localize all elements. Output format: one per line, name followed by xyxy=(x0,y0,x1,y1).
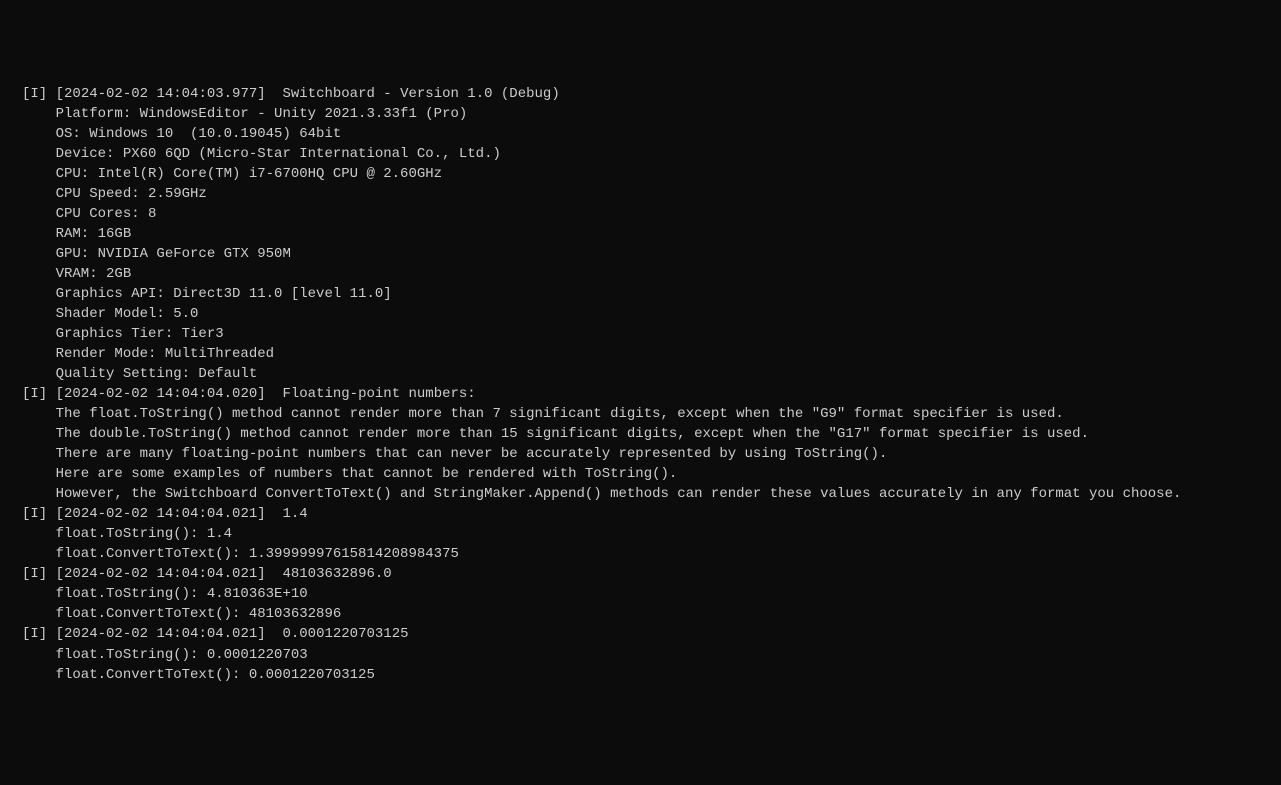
log-timestamp: [2024-02-02 14:04:03.977] xyxy=(56,86,266,102)
log-message: Floating-point numbers: xyxy=(266,386,476,402)
log-continuation-line: The double.ToString() method cannot rend… xyxy=(22,424,1281,444)
log-continuation-line: float.ToString(): 0.0001220703 xyxy=(22,645,1281,665)
log-continuation-line: float.ToString(): 1.4 xyxy=(22,524,1281,544)
log-message: Switchboard - Version 1.0 (Debug) xyxy=(266,86,560,102)
log-continuation-line: Here are some examples of numbers that c… xyxy=(22,464,1281,484)
log-timestamp: [2024-02-02 14:04:04.020] xyxy=(56,386,266,402)
log-entry-header: [I] [2024-02-02 14:04:03.977] Switchboar… xyxy=(22,84,1281,104)
log-continuation-line: float.ToString(): 4.810363E+10 xyxy=(22,584,1281,604)
log-level-tag: [I] xyxy=(22,626,47,642)
log-continuation-line: Platform: WindowsEditor - Unity 2021.3.3… xyxy=(22,104,1281,124)
log-message: 48103632896.0 xyxy=(266,566,392,582)
log-continuation-line: CPU: Intel(R) Core(TM) i7-6700HQ CPU @ 2… xyxy=(22,164,1281,184)
log-timestamp: [2024-02-02 14:04:04.021] xyxy=(56,566,266,582)
log-continuation-line: Render Mode: MultiThreaded xyxy=(22,344,1281,364)
log-timestamp: [2024-02-02 14:04:04.021] xyxy=(56,506,266,522)
log-continuation-line: float.ConvertToText(): 1.399999976158142… xyxy=(22,544,1281,564)
log-level-tag: [I] xyxy=(22,386,47,402)
log-entry-header: [I] [2024-02-02 14:04:04.021] 1.4 xyxy=(22,504,1281,524)
log-continuation-line: GPU: NVIDIA GeForce GTX 950M xyxy=(22,244,1281,264)
log-entry-header: [I] [2024-02-02 14:04:04.020] Floating-p… xyxy=(22,384,1281,404)
log-entry-header: [I] [2024-02-02 14:04:04.021] 0.00012207… xyxy=(22,624,1281,644)
log-continuation-line: Shader Model: 5.0 xyxy=(22,304,1281,324)
log-continuation-line: Quality Setting: Default xyxy=(22,364,1281,384)
log-entry-header: [I] [2024-02-02 14:04:04.021] 4810363289… xyxy=(22,564,1281,584)
log-continuation-line: VRAM: 2GB xyxy=(22,264,1281,284)
log-continuation-line: Graphics API: Direct3D 11.0 [level 11.0] xyxy=(22,284,1281,304)
log-message: 1.4 xyxy=(266,506,308,522)
log-continuation-line: The float.ToString() method cannot rende… xyxy=(22,404,1281,424)
log-level-tag: [I] xyxy=(22,566,47,582)
log-level-tag: [I] xyxy=(22,506,47,522)
log-continuation-line: OS: Windows 10 (10.0.19045) 64bit xyxy=(22,124,1281,144)
log-timestamp: [2024-02-02 14:04:04.021] xyxy=(56,626,266,642)
log-continuation-line: CPU Speed: 2.59GHz xyxy=(22,184,1281,204)
log-continuation-line: CPU Cores: 8 xyxy=(22,204,1281,224)
log-continuation-line: float.ConvertToText(): 0.0001220703125 xyxy=(22,665,1281,685)
log-output: [I] [2024-02-02 14:04:03.977] Switchboar… xyxy=(0,84,1281,684)
log-continuation-line: However, the Switchboard ConvertToText()… xyxy=(22,484,1281,504)
log-message: 0.0001220703125 xyxy=(266,626,409,642)
log-level-tag: [I] xyxy=(22,86,47,102)
log-continuation-line: RAM: 16GB xyxy=(22,224,1281,244)
log-continuation-line: float.ConvertToText(): 48103632896 xyxy=(22,604,1281,624)
log-continuation-line: Graphics Tier: Tier3 xyxy=(22,324,1281,344)
log-continuation-line: There are many floating-point numbers th… xyxy=(22,444,1281,464)
log-continuation-line: Device: PX60 6QD (Micro-Star Internation… xyxy=(22,144,1281,164)
